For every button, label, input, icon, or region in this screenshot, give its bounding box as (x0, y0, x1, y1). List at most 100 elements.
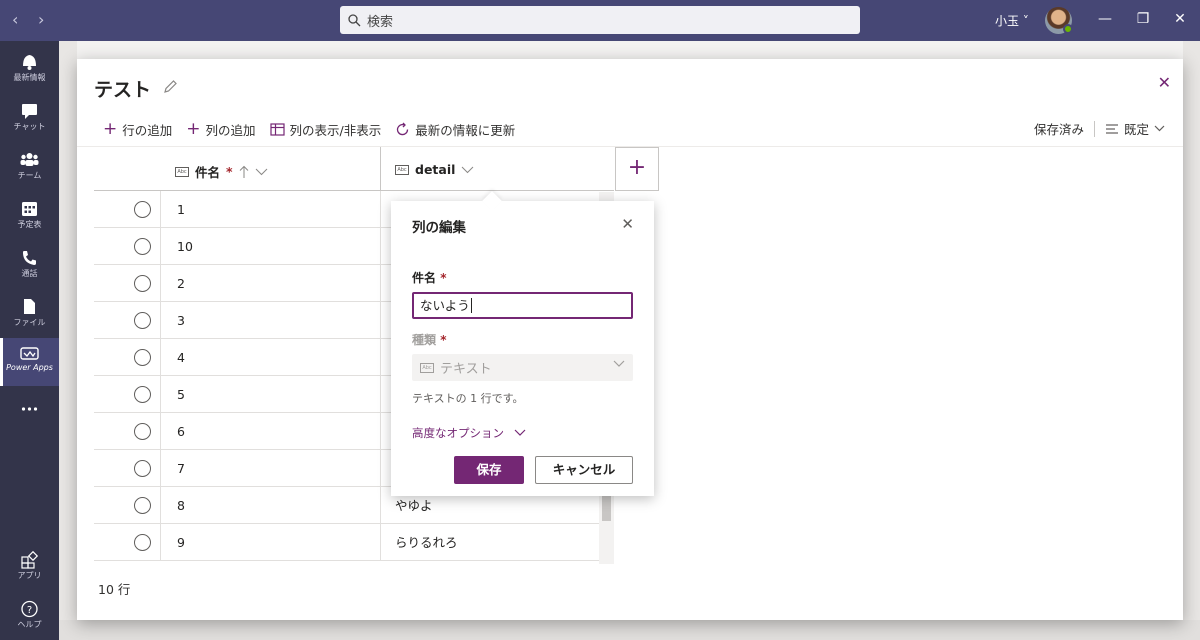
show-hide-columns-button[interactable]: 列の表示/非表示 (269, 120, 382, 139)
background-panel (59, 620, 1200, 640)
cell-title[interactable]: 4 (160, 339, 380, 376)
rail-item-teams[interactable]: チーム (0, 145, 59, 191)
save-status: 保存済み (1033, 122, 1084, 137)
edit-column-panel: 列の編集 ✕ 件名 * ないよう 種類 * Abc テキスト テキストの 1 行… (391, 191, 654, 496)
column-header-title[interactable]: Abc 件名 * (175, 162, 268, 181)
refresh-button[interactable]: 最新の情報に更新 (395, 120, 515, 139)
more-icon (21, 407, 38, 411)
cell-title[interactable]: 3 (160, 302, 380, 339)
chat-icon (22, 104, 37, 119)
rail-item-activity[interactable]: 最新情報 (0, 47, 59, 93)
row-select-radio[interactable] (134, 312, 151, 329)
rail-label: チーム (17, 171, 42, 180)
cell-title[interactable]: 10 (160, 228, 380, 265)
view-selector[interactable]: 既定 (1105, 119, 1165, 138)
add-row-button[interactable]: + 行の追加 (103, 120, 172, 139)
rail-item-help[interactable]: ? ヘルプ (0, 594, 59, 640)
calendar-icon (22, 202, 37, 216)
text-type-icon: Abc (175, 166, 189, 177)
app-rail: 最新情報 チャット チーム 予定表 通話 ファイル Power Apps アプリ… (0, 41, 59, 640)
search-icon (348, 13, 361, 26)
file-icon (24, 299, 35, 314)
rail-item-chat[interactable]: チャット (0, 96, 59, 142)
column-header-detail-content: Abc detail (395, 162, 474, 177)
rail-label: アプリ (17, 571, 42, 580)
pencil-icon[interactable] (163, 79, 178, 94)
rail-item-calls[interactable]: 通話 (0, 243, 59, 289)
rail-label: ファイル (13, 318, 46, 327)
cell-title[interactable]: 9 (160, 524, 380, 561)
advanced-options-toggle[interactable]: 高度なオプション (412, 425, 526, 441)
title-bar: ‹ › 検索 小玉 ˅ — ❐ ✕ (0, 0, 1200, 41)
plus-icon: + (103, 118, 118, 139)
back-arrow-icon[interactable]: ‹ (12, 10, 18, 29)
rail-label: 通話 (21, 269, 38, 278)
table-row[interactable]: 9 らりるれろ (94, 524, 614, 561)
cell-title[interactable]: 5 (160, 376, 380, 413)
cell-title[interactable]: 1 (160, 191, 380, 228)
bell-icon (23, 55, 36, 70)
show-hide-columns-label: 列の表示/非表示 (289, 122, 382, 138)
rail-label: Power Apps (6, 363, 53, 372)
command-bar-right: 保存済み 既定 (1034, 119, 1165, 138)
row-select-radio[interactable] (134, 460, 151, 477)
column-name-value: ないよう (420, 298, 470, 313)
name-field-label: 件名 * (412, 271, 447, 285)
rail-label: ヘルプ (17, 620, 42, 629)
add-column-button[interactable]: + 列の追加 (186, 120, 255, 139)
powerapps-icon (20, 347, 39, 360)
view-label: 既定 (1123, 122, 1149, 137)
rail-label: 最新情報 (13, 73, 46, 82)
search-placeholder: 検索 (367, 14, 394, 30)
chevron-down-icon (1154, 125, 1165, 132)
required-mark: * (226, 164, 233, 179)
rail-item-files[interactable]: ファイル (0, 292, 59, 338)
column-header-detail[interactable]: Abc detail (380, 147, 615, 191)
close-icon[interactable]: ✕ (1158, 73, 1171, 92)
text-type-icon: Abc (420, 362, 434, 373)
column-name-input[interactable]: ないよう (412, 292, 633, 319)
panel-title: 列の編集 (412, 220, 466, 236)
cell-title[interactable]: 7 (160, 450, 380, 487)
row-select-radio[interactable] (134, 497, 151, 514)
close-icon[interactable]: ✕ (621, 215, 634, 233)
row-select-radio[interactable] (134, 423, 151, 440)
cell-title[interactable]: 2 (160, 265, 380, 302)
save-button[interactable]: 保存 (454, 456, 524, 484)
column-type-select[interactable]: Abc テキスト (412, 354, 633, 381)
user-menu[interactable]: 小玉 ˅ (995, 12, 1029, 29)
column-header-label: detail (415, 162, 456, 177)
add-column-plus-button[interactable]: + (615, 147, 659, 191)
rail-item-powerapps[interactable]: Power Apps (0, 338, 59, 386)
row-select-radio[interactable] (134, 275, 151, 292)
row-select-radio[interactable] (134, 201, 151, 218)
forward-arrow-icon[interactable]: › (38, 10, 44, 29)
rail-label: 予定表 (17, 220, 42, 229)
cancel-button[interactable]: キャンセル (535, 456, 633, 484)
restore-button[interactable]: ❐ (1134, 10, 1152, 28)
background-panel (59, 41, 77, 640)
cell-title[interactable]: 8 (160, 487, 380, 524)
rail-item-apps[interactable]: アプリ (0, 545, 59, 591)
minimize-button[interactable]: — (1096, 10, 1114, 28)
type-field-label: 種類 * (412, 333, 447, 347)
chevron-down-icon (613, 360, 625, 367)
command-bar: + 行の追加 + 列の追加 列の表示/非表示 最新の情報に更新 (103, 119, 515, 139)
row-select-radio[interactable] (134, 349, 151, 366)
sort-ascending-icon (239, 165, 248, 178)
cell-title[interactable]: 6 (160, 413, 380, 450)
rail-item-more[interactable] (0, 395, 59, 425)
chevron-down-icon (462, 166, 474, 173)
cell-detail[interactable]: らりるれろ (380, 524, 615, 561)
refresh-icon (397, 122, 409, 135)
add-row-label: 行の追加 (122, 122, 173, 138)
row-select-radio[interactable] (134, 386, 151, 403)
grid-header: Abc 件名 * Abc detail (94, 147, 614, 191)
close-window-button[interactable]: ✕ (1171, 10, 1189, 28)
row-select-radio[interactable] (134, 238, 151, 255)
search-input[interactable]: 検索 (340, 6, 860, 34)
dialog-title: テスト (94, 79, 152, 101)
rail-label: チャット (13, 122, 46, 131)
rail-item-calendar[interactable]: 予定表 (0, 194, 59, 240)
row-select-radio[interactable] (134, 534, 151, 551)
